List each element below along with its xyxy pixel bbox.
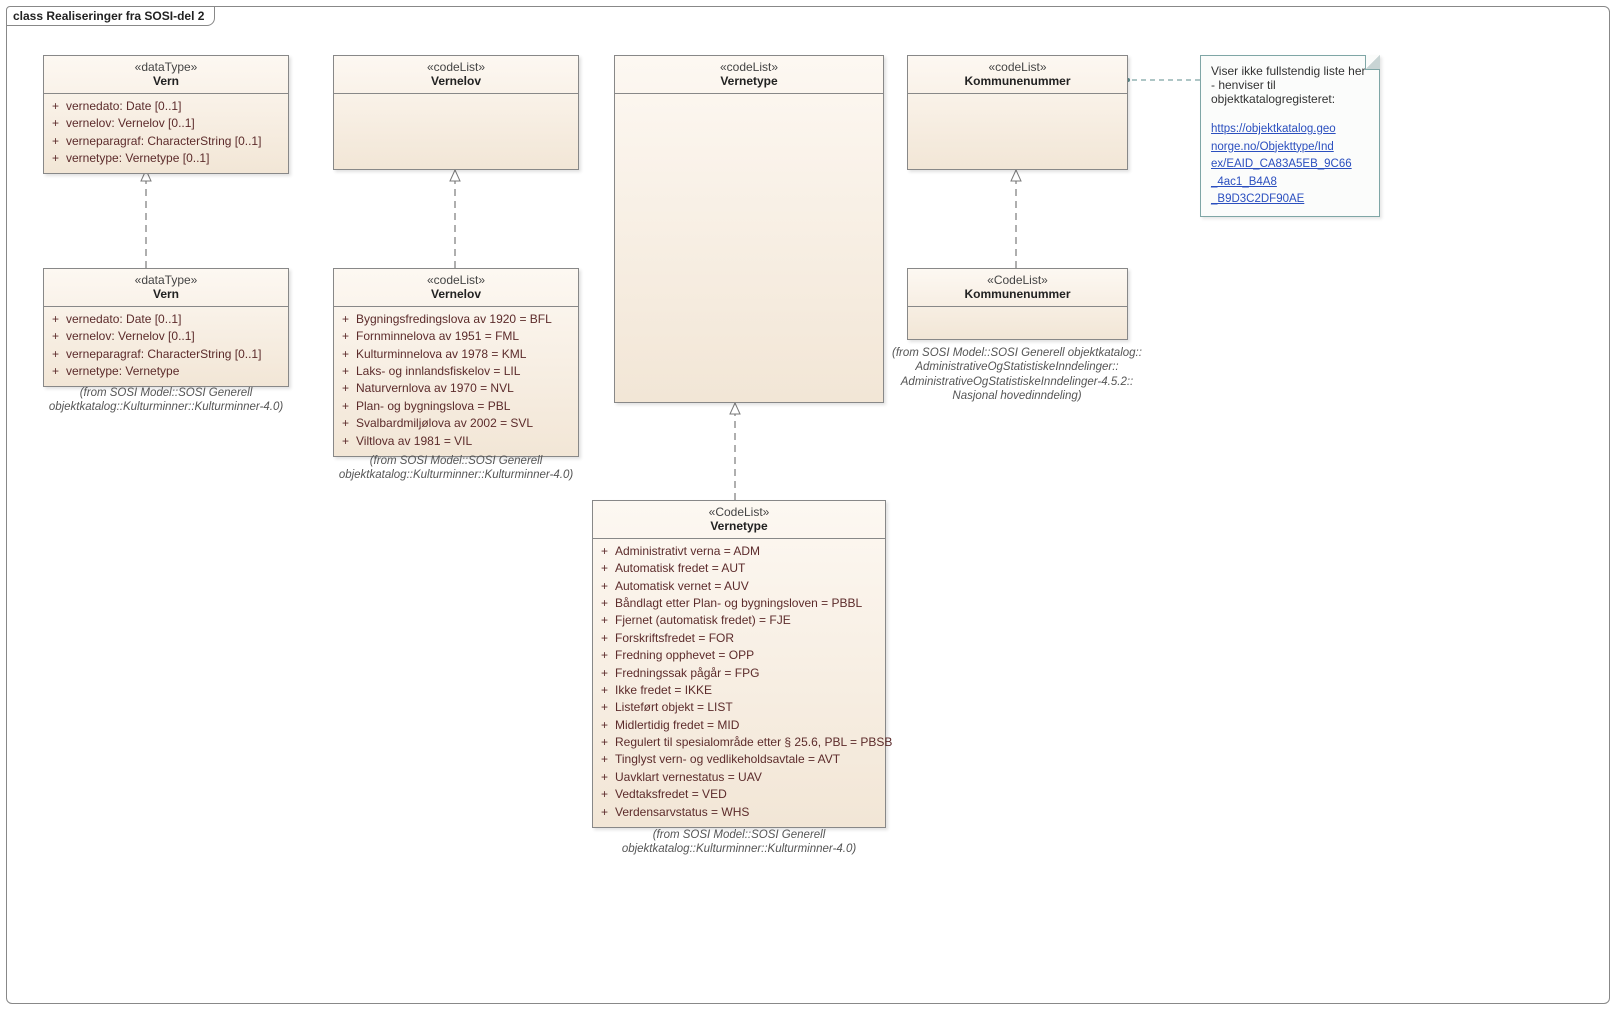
class-name: Vern [50, 74, 282, 88]
note-text: Viser ikke fullstendig liste her - henvi… [1211, 64, 1369, 106]
frame-name: Realiseringer fra SOSI-del 2 [46, 9, 204, 23]
stereotype: «codeList» [340, 60, 572, 74]
from-note-vernelov: (from SOSI Model::SOSI Generell objektka… [333, 454, 579, 483]
class-name: Vernelov [340, 287, 572, 301]
class-vernetype-bottom: «CodeList» Vernetype +Administrativt ver… [592, 500, 886, 828]
class-name: Vernetype [621, 74, 877, 88]
stereotype: «codeList» [340, 273, 572, 287]
frame-keyword: class [13, 9, 43, 23]
class-vernelov-bottom: «codeList» Vernelov +Bygningsfredingslov… [333, 268, 579, 457]
class-vern-top: «dataType» Vern +vernedato: Date [0..1] … [43, 55, 289, 174]
class-name: Kommunenummer [914, 74, 1121, 88]
class-name: Kommunenummer [914, 287, 1121, 301]
stereotype: «codeList» [621, 60, 877, 74]
attributes: +vernedato: Date [0..1] +vernelov: Verne… [44, 307, 288, 387]
attributes-empty [615, 94, 883, 410]
attributes-empty [908, 94, 1127, 176]
class-kommunenummer-bottom: «CodeList» Kommunenummer [907, 268, 1128, 340]
stereotype: «dataType» [50, 60, 282, 74]
note-box: Viser ikke fullstendig liste her - henvi… [1200, 55, 1380, 217]
stereotype: «CodeList» [914, 273, 1121, 287]
attributes-empty [908, 307, 1127, 345]
from-note-vernetype: (from SOSI Model::SOSI Generell objektka… [592, 828, 886, 857]
stereotype: «dataType» [50, 273, 282, 287]
note-link[interactable]: https://objektkatalog.geo norge.no/Objek… [1211, 123, 1352, 205]
attributes: +Administrativt verna = ADM +Automatisk … [593, 539, 885, 827]
stereotype: «CodeList» [599, 505, 879, 519]
frame-title: class Realiseringer fra SOSI-del 2 [6, 6, 215, 26]
class-name: Vernelov [340, 74, 572, 88]
class-vernelov-top: «codeList» Vernelov [333, 55, 579, 170]
attributes: +vernedato: Date [0..1] +vernelov: Verne… [44, 94, 288, 174]
class-kommunenummer-top: «codeList» Kommunenummer [907, 55, 1128, 170]
from-note-kommunenummer: (from SOSI Model::SOSI Generell objektka… [882, 346, 1152, 404]
class-name: Vern [50, 287, 282, 301]
class-name: Vernetype [599, 519, 879, 533]
diagram-canvas: class Realiseringer fra SOSI-del 2 «data… [0, 0, 1618, 1012]
stereotype: «codeList» [914, 60, 1121, 74]
from-note-vern: (from SOSI Model::SOSI Generell objektka… [43, 386, 289, 415]
class-vern-bottom: «dataType» Vern +vernedato: Date [0..1] … [43, 268, 289, 387]
attributes-empty [334, 94, 578, 176]
class-vernetype-top: «codeList» Vernetype [614, 55, 884, 403]
attributes: +Bygningsfredingslova av 1920 = BFL +For… [334, 307, 578, 456]
